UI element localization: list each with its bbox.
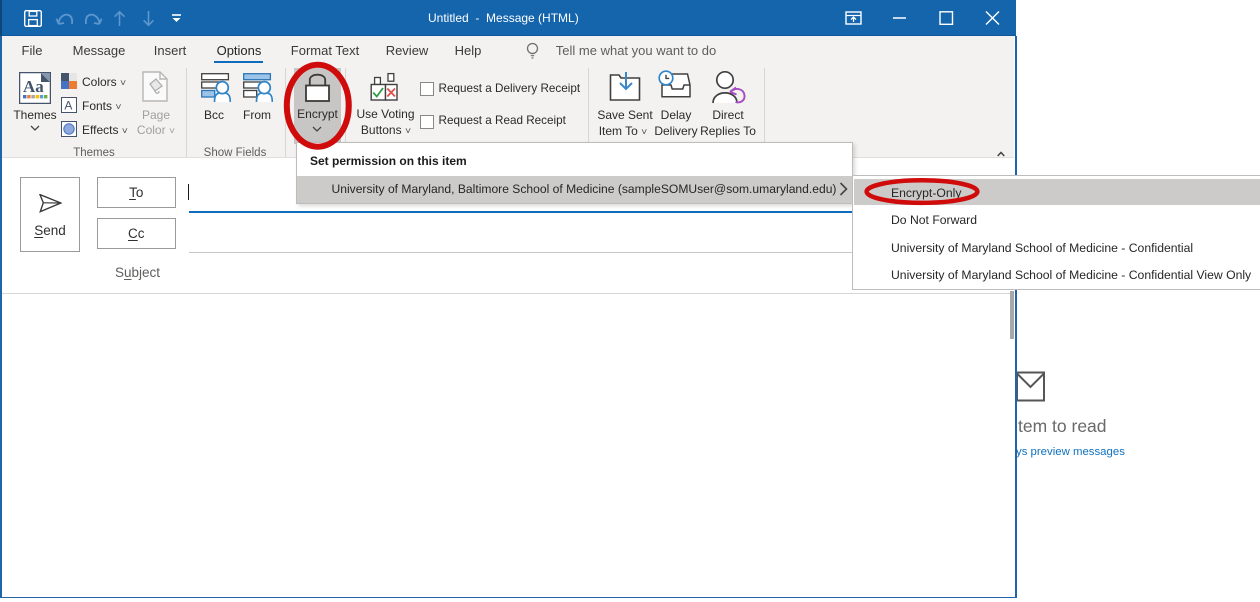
svg-text:A: A (64, 99, 72, 113)
svg-text:Aa: Aa (23, 77, 44, 96)
